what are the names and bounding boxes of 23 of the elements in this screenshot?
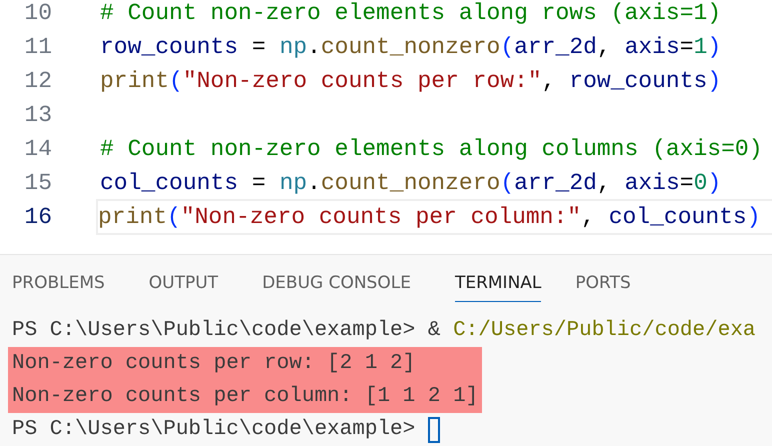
text-cursor [428, 416, 440, 442]
line-number: 15 [23, 170, 52, 196]
panel-tab[interactable]: PROBLEMS [12, 269, 105, 302]
terminal-line: Non-zero counts per row: [2 1 2] [12, 351, 416, 377]
code-line: col_counts = np.count_nonzero(arr_2d, axis=0) [99, 169, 722, 198]
line-number: 13 [23, 102, 52, 128]
line-number: 12 [23, 68, 52, 94]
code-line: # Count non-zero elements along rows (axis=1) [99, 0, 722, 28]
panel-tab[interactable]: PORTS [575, 269, 631, 302]
terminal-line: PS C:\Users\Public\code\example> [12, 413, 440, 446]
terminal-line: Non-zero counts per column: [1 1 2 1] [12, 384, 478, 410]
line-number: 14 [23, 136, 52, 162]
panel-tab[interactable]: TERMINAL [454, 269, 542, 302]
line-number: 16 [23, 204, 52, 230]
panel-tab[interactable]: DEBUG CONSOLE [262, 269, 411, 302]
panel-tab[interactable]: OUTPUT [148, 269, 218, 302]
code-line: # Count non-zero elements along columns (axis=0) [99, 135, 764, 164]
code-line: print("Non-zero counts per column:", col_counts) [96, 199, 772, 235]
code-line: row_counts = np.count_nonzero(arr_2d, axis=1) [99, 33, 722, 62]
terminal-line: PS C:\Users\Public\code\example> & C:/Users/Public/code/exa [12, 318, 756, 344]
code-line: print("Non-zero counts per row:", row_counts) [99, 67, 722, 96]
line-number: 10 [23, 0, 52, 26]
line-number: 11 [23, 34, 52, 60]
